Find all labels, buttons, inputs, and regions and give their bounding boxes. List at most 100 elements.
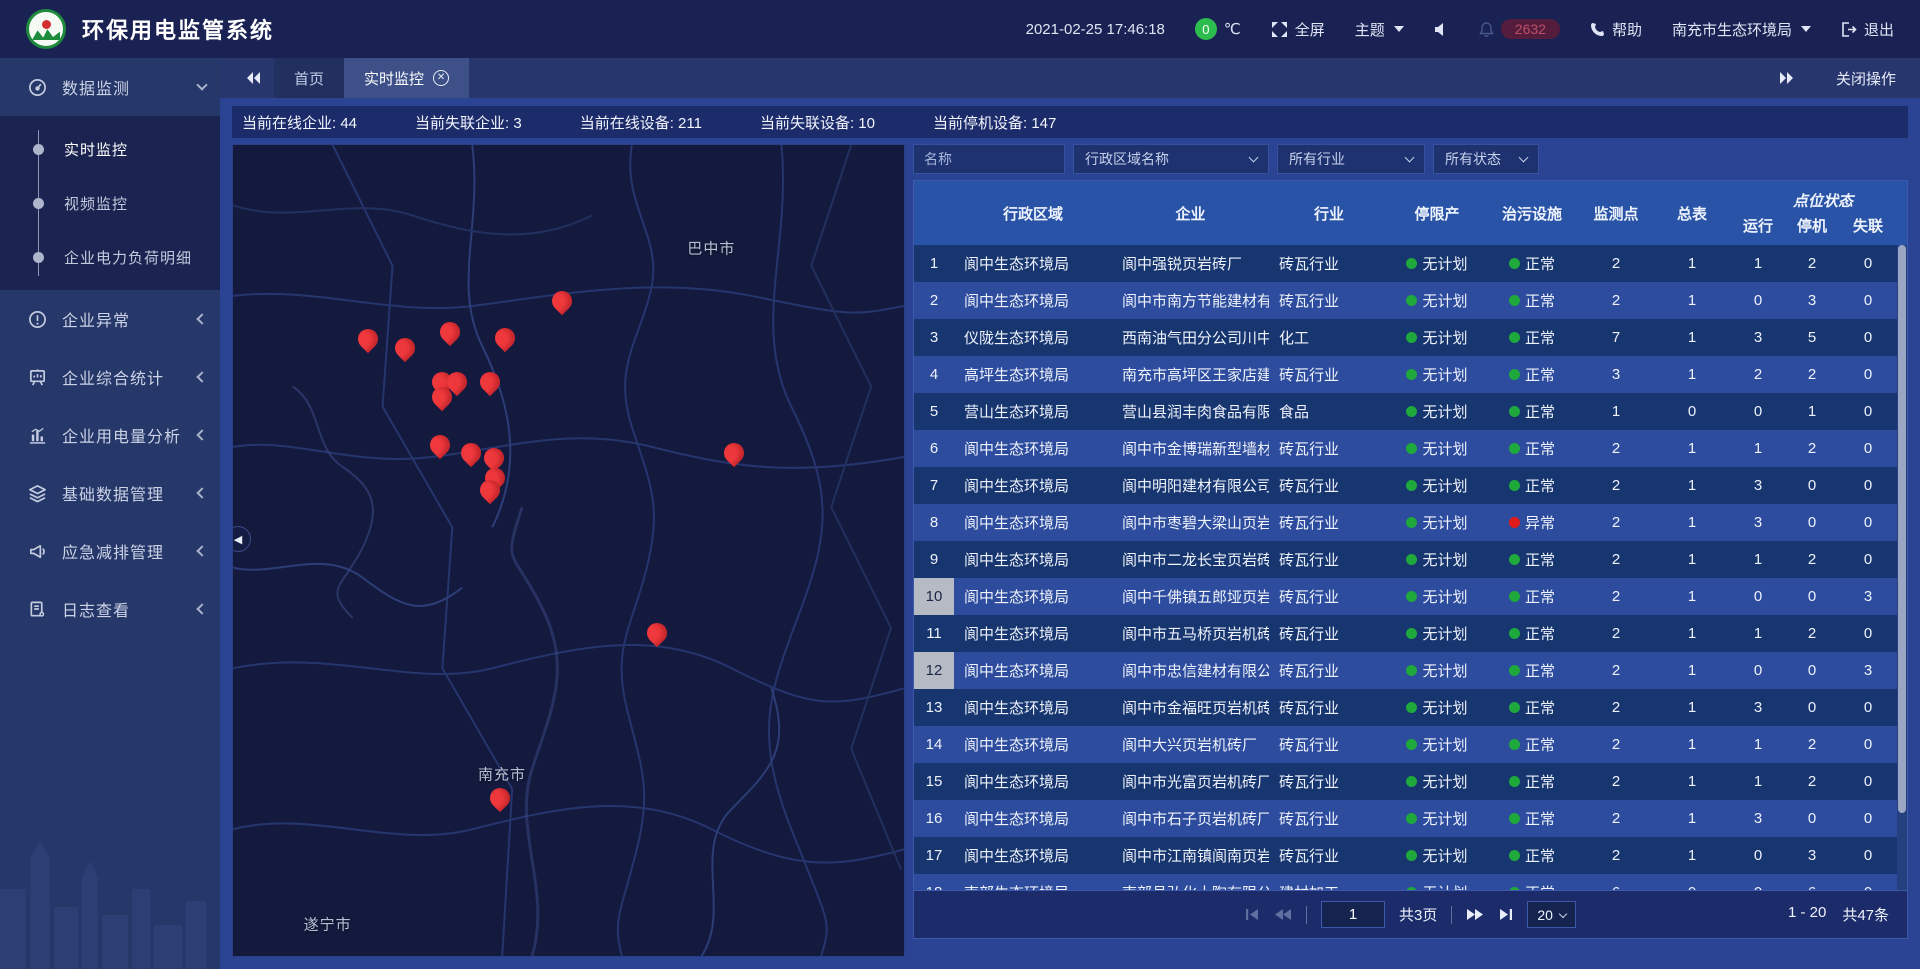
sidebar-subitem-video-monitor[interactable]: 视频监控 [0, 176, 220, 230]
region-filter-select[interactable]: 行政区域名称 [1073, 144, 1269, 174]
status-dot-icon [1509, 406, 1520, 417]
sidebar-subitem-realtime-monitor[interactable]: 实时监控 [0, 122, 220, 176]
table-row[interactable]: 16阆中生态环境局阆中市石子页岩机砖厂砖瓦行业无计划正常21300 [914, 800, 1897, 837]
logout-label: 退出 [1864, 19, 1894, 40]
page-size-select[interactable]: 20 [1527, 901, 1576, 928]
sidebar-item-data-monitor[interactable]: 数据监测 [0, 58, 220, 116]
sidebar-item-enterprise-abnormal[interactable]: 企业异常 [0, 290, 220, 348]
table-row[interactable]: 15阆中生态环境局阆中市光富页岩机砖厂砖瓦行业无计划正常21120 [914, 763, 1897, 800]
cell-stopped: 1 [1785, 393, 1839, 430]
tab-首页[interactable]: 首页 [274, 58, 344, 98]
cell-region: 阆中生态环境局 [954, 763, 1112, 800]
cell-production-status: 无计划 [1389, 615, 1485, 652]
fullscreen-button[interactable]: 全屏 [1271, 19, 1325, 40]
table-row[interactable]: 10阆中生态环境局阆中千佛镇五郎垭页岩砖瓦行业无计划正常21003 [914, 578, 1897, 615]
cell-stopped: 2 [1785, 430, 1839, 467]
page-number-input[interactable] [1321, 901, 1385, 928]
column-header-停限产: 停限产 [1389, 181, 1485, 245]
table-row[interactable]: 7阆中生态环境局阆中明阳建材有限公司砖瓦行业无计划正常21300 [914, 467, 1897, 504]
tabs-scroll-left-button[interactable] [234, 58, 274, 98]
table-scrollbar[interactable] [1897, 245, 1907, 890]
cell-total-meters: 0 [1653, 874, 1731, 890]
sidebar-item-emergency-reduction[interactable]: 应急减排管理 [0, 522, 220, 580]
sidebar-subitem-power-load-detail[interactable]: 企业电力负荷明细 [0, 230, 220, 284]
chevron-left-icon: ◀ [234, 533, 242, 546]
status-dot-icon [1406, 406, 1417, 417]
table-row[interactable]: 1阆中生态环境局阆中强锐页岩砖厂砖瓦行业无计划正常21120 [914, 245, 1897, 282]
cell-index: 5 [914, 393, 954, 430]
status-filter-select[interactable]: 所有状态 [1433, 144, 1539, 174]
table-row[interactable]: 3仪陇生态环境局西南油气田分公司川中化工无计划正常71350 [914, 319, 1897, 356]
table-row[interactable]: 13阆中生态环境局阆中市金福旺页岩机砖砖瓦行业无计划正常21300 [914, 689, 1897, 726]
table-row[interactable]: 9阆中生态环境局阆中市二龙长宝页岩砖砖瓦行业无计划正常21120 [914, 541, 1897, 578]
cell-production-status: 无计划 [1389, 689, 1485, 726]
table-row[interactable]: 6阆中生态环境局阆中市金博瑞新型墙材砖瓦行业无计划正常21120 [914, 430, 1897, 467]
column-header-企业: 企业 [1112, 181, 1269, 245]
status-dot-icon [1406, 295, 1417, 306]
cell-facility-status: 正常 [1485, 763, 1579, 800]
map-panel[interactable]: 巴中市南充市遂宁市 ◀ [232, 144, 905, 957]
cell-company: 阆中千佛镇五郎垭页岩 [1112, 578, 1269, 615]
chevron-down-icon [196, 79, 207, 90]
table-row[interactable]: 14阆中生态环境局阆中大兴页岩机砖厂砖瓦行业无计划正常21120 [914, 726, 1897, 763]
column-header-监测点: 监测点 [1579, 181, 1653, 245]
status-dot-icon [1406, 554, 1417, 565]
scrollbar-thumb[interactable] [1898, 245, 1906, 813]
cell-running: 1 [1731, 541, 1785, 578]
user-org-dropdown[interactable]: 南充市生态环境局 [1672, 19, 1811, 40]
status-dot-icon [1509, 332, 1520, 343]
table-row[interactable]: 18南部生态环境局南部县弘化土陶有限公建材加工无计划正常60060 [914, 874, 1897, 890]
close-operations-button[interactable]: 关闭操作 [1836, 68, 1896, 89]
sound-button[interactable] [1434, 22, 1449, 37]
table-row[interactable]: 4高坪生态环境局南充市高坪区王家店建砖瓦行业无计划正常31220 [914, 356, 1897, 393]
cell-index: 11 [914, 615, 954, 652]
cell-monitor-points: 2 [1579, 800, 1653, 837]
industry-filter-select[interactable]: 所有行业 [1277, 144, 1425, 174]
cell-industry: 化工 [1269, 319, 1389, 356]
name-filter-input[interactable] [913, 144, 1065, 174]
sidebar-item-enterprise-stats[interactable]: 企业综合统计 [0, 348, 220, 406]
table-row[interactable]: 8阆中生态环境局阆中市枣碧大梁山页岩砖瓦行业无计划异常21300 [914, 504, 1897, 541]
stat-当前在线企业: 当前在线企业: 44 [242, 112, 357, 133]
table-row[interactable]: 12阆中生态环境局阆中市忠信建材有限公砖瓦行业无计划正常21003 [914, 652, 1897, 689]
table-row[interactable]: 17阆中生态环境局阆中市江南镇阆南页岩砖瓦行业无计划正常21030 [914, 837, 1897, 874]
sidebar-item-power-analysis[interactable]: 企业用电量分析 [0, 406, 220, 464]
cell-lost: 0 [1839, 356, 1897, 393]
alert-icon [26, 310, 48, 329]
cell-lost: 0 [1839, 874, 1897, 890]
cell-running: 0 [1731, 578, 1785, 615]
pagination-bar: 共3页 20 [914, 890, 1907, 938]
pagination-controls: 共3页 20 [1245, 901, 1576, 928]
tab-实时监控[interactable]: 实时监控✕ [344, 58, 469, 98]
region-filter-value: 行政区域名称 [1085, 149, 1169, 169]
cell-stopped: 2 [1785, 726, 1839, 763]
cell-production-status: 无计划 [1389, 541, 1485, 578]
sidebar-subitem-label: 视频监控 [64, 193, 128, 214]
sidebar-item-basic-data[interactable]: 基础数据管理 [0, 464, 220, 522]
cell-company: 阆中市二龙长宝页岩砖 [1112, 541, 1269, 578]
help-button[interactable]: 帮助 [1590, 19, 1642, 40]
table-row[interactable]: 2阆中生态环境局阆中市南方节能建材有砖瓦行业无计划正常21030 [914, 282, 1897, 319]
sidebar-item-log-view[interactable]: 日志查看 [0, 580, 220, 638]
cell-monitor-points: 2 [1579, 726, 1653, 763]
chevron-left-icon [196, 371, 207, 382]
table-row[interactable]: 11阆中生态环境局阆中市五马桥页岩机砖砖瓦行业无计划正常21120 [914, 615, 1897, 652]
last-page-button[interactable] [1498, 908, 1513, 921]
cell-lost: 0 [1839, 430, 1897, 467]
theme-dropdown[interactable]: 主题 [1355, 19, 1404, 40]
cell-total-meters: 1 [1653, 763, 1731, 800]
first-page-button[interactable] [1245, 908, 1260, 921]
logout-button[interactable]: 退出 [1841, 19, 1894, 40]
next-page-button[interactable] [1466, 908, 1484, 921]
tabs-scroll-right-button[interactable] [1766, 71, 1806, 85]
cell-index: 2 [914, 282, 954, 319]
cell-industry: 食品 [1269, 393, 1389, 430]
tab-close-icon[interactable]: ✕ [433, 70, 449, 86]
notifications[interactable]: 2632 [1479, 19, 1560, 39]
previous-page-button[interactable] [1274, 908, 1292, 921]
cell-region: 阆中生态环境局 [954, 615, 1112, 652]
cell-stopped: 0 [1785, 467, 1839, 504]
cell-stopped: 5 [1785, 319, 1839, 356]
theme-label: 主题 [1355, 19, 1385, 40]
table-row[interactable]: 5营山生态环境局营山县润丰肉食品有限食品无计划正常10010 [914, 393, 1897, 430]
